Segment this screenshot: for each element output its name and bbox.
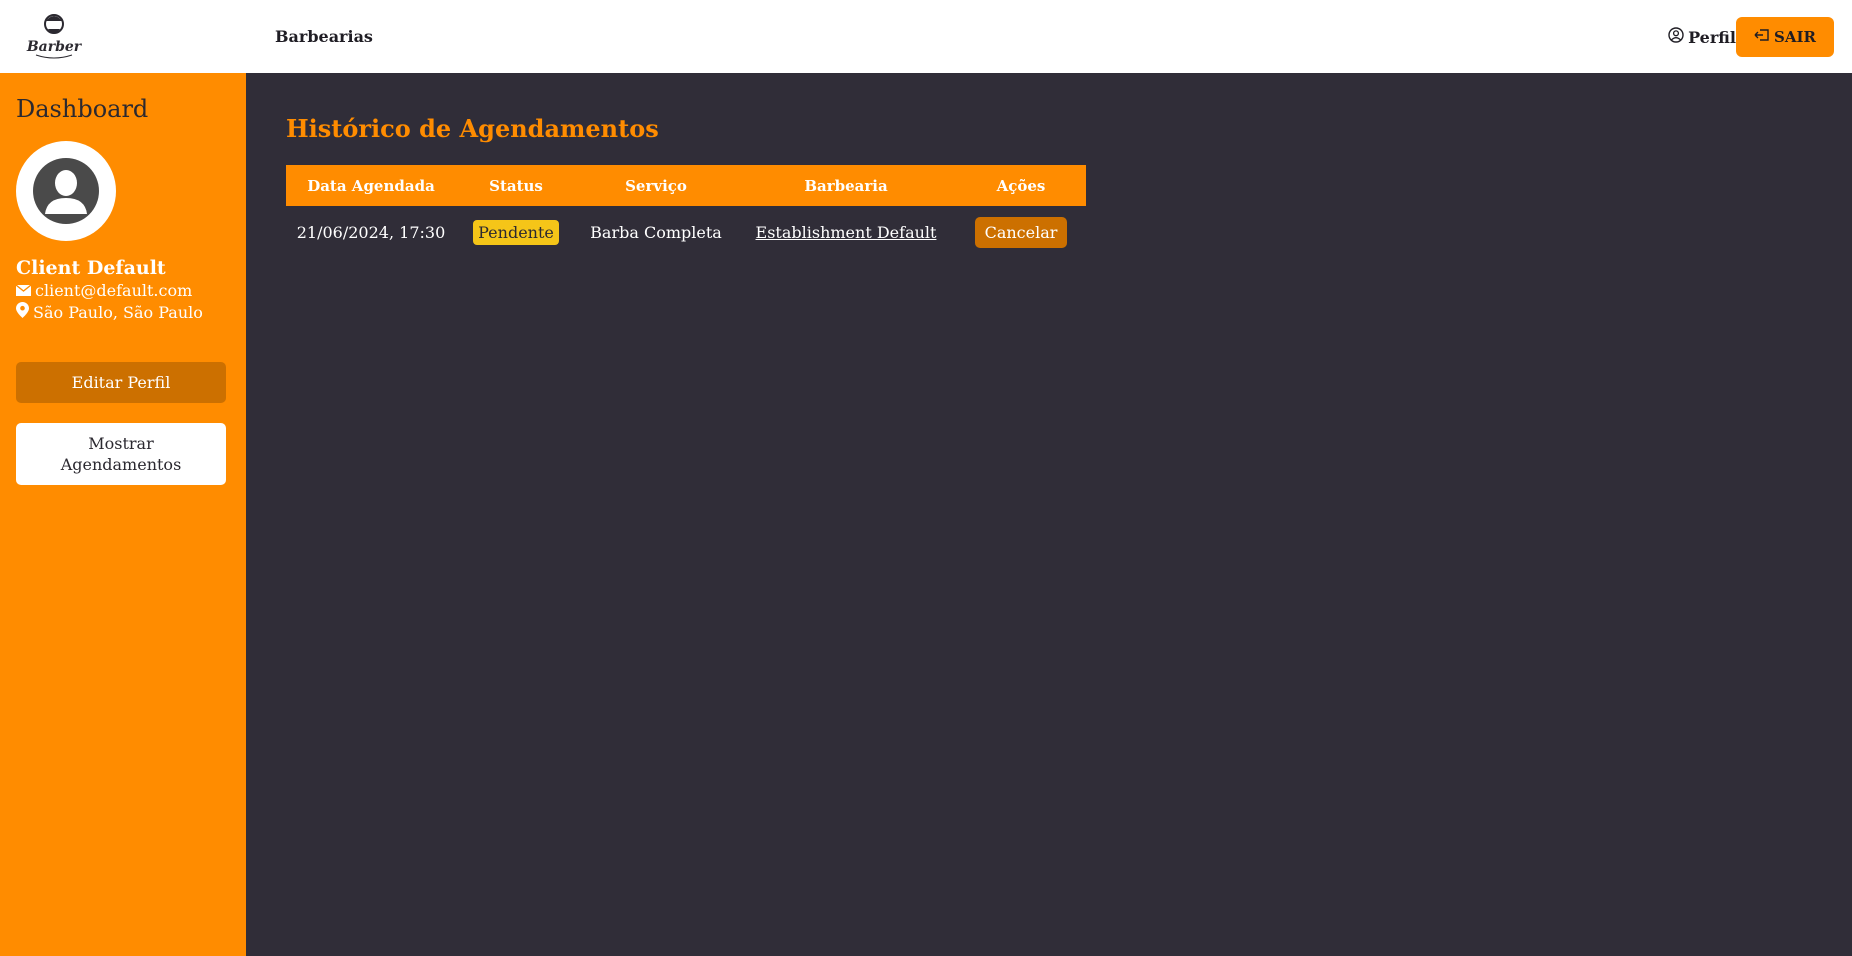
sidebar: Dashboard Client Default client@default.… [0, 73, 246, 956]
table-header: Data Agendada Status Serviço Barbearia A… [286, 165, 1086, 206]
nav-barbearias-link[interactable]: Barbearias [275, 27, 373, 46]
mail-icon [15, 281, 32, 300]
user-location-text: São Paulo, São Paulo [33, 302, 203, 322]
top-navbar: Barber Barbearias Perfil SAIR [0, 0, 1852, 73]
logout-label: SAIR [1774, 28, 1816, 46]
table-header-row: Data Agendada Status Serviço Barbearia A… [286, 165, 1086, 206]
column-header-establishment: Barbearia [804, 176, 888, 195]
user-location: São Paulo, São Paulo [16, 302, 203, 322]
user-name: Client Default [16, 257, 166, 279]
logout-icon [1754, 28, 1770, 46]
user-circle-icon [1668, 27, 1684, 47]
cell-status: Pendente [456, 206, 576, 258]
page-title: Histórico de Agendamentos [286, 114, 659, 143]
avatar [16, 141, 116, 241]
user-email: client@default.com [15, 281, 193, 300]
sidebar-title: Dashboard [16, 95, 149, 123]
column-header-actions: Ações [996, 176, 1046, 195]
appointments-table: Data Agendada Status Serviço Barbearia A… [286, 165, 1086, 258]
map-pin-icon [16, 302, 29, 322]
barber-logo[interactable]: Barber [26, 7, 83, 63]
column-header-date: Data Agendada [307, 176, 435, 195]
nav-profile-label: Perfil [1688, 27, 1736, 47]
user-email-text: client@default.com [35, 281, 193, 300]
column-header-service: Serviço [625, 176, 687, 195]
cell-establishment: Establishment Default [736, 206, 956, 258]
cell-service: Barba Completa [590, 222, 722, 242]
establishment-link[interactable]: Establishment Default [756, 223, 937, 242]
user-silhouette-icon [33, 158, 99, 224]
cell-actions: Cancelar [956, 206, 1086, 258]
column-header-status: Status [489, 176, 543, 195]
nav-profile-link[interactable]: Perfil [1668, 27, 1736, 47]
svg-text:Barber: Barber [26, 39, 82, 55]
edit-profile-button[interactable]: Editar Perfil [16, 362, 226, 403]
show-appointments-button[interactable]: Mostrar Agendamentos [16, 423, 226, 485]
status-badge: Pendente [473, 219, 559, 245]
logout-button[interactable]: SAIR [1736, 17, 1834, 57]
cancel-button[interactable]: Cancelar [974, 216, 1068, 248]
cell-date: 21/06/2024, 17:30 [296, 222, 446, 242]
table-row: 21/06/2024, 17:30 Pendente Barba Complet… [286, 206, 1086, 258]
